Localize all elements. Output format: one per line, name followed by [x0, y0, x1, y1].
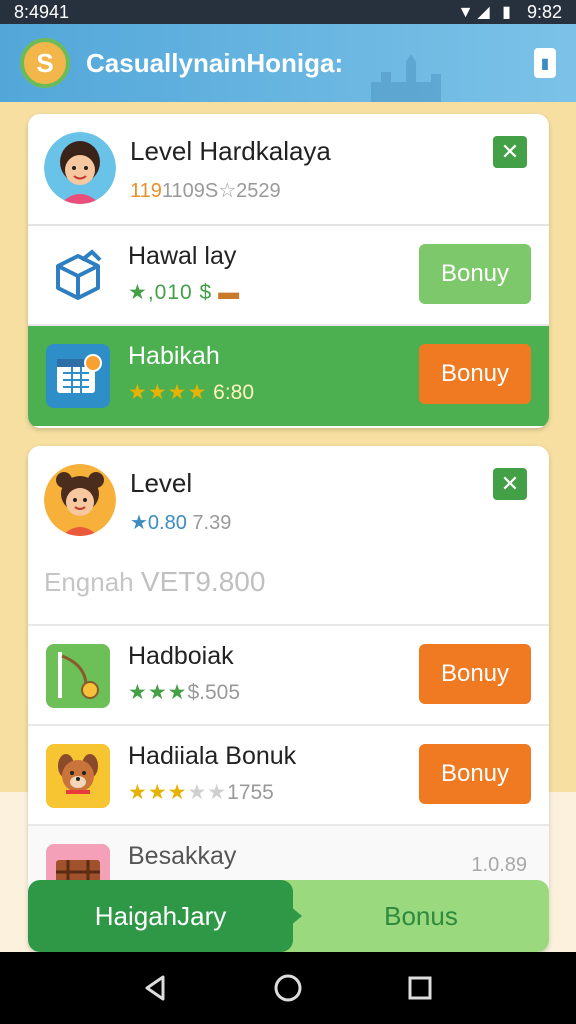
english-label: Engnah	[44, 567, 134, 597]
avatar	[44, 132, 116, 204]
card-title: Level	[130, 468, 193, 498]
item-title: Habikah	[128, 342, 220, 370]
english-value: VET9.800	[140, 566, 266, 597]
rating-stars: ★★★	[128, 781, 188, 804]
status-icons: ▼◢ ▮	[457, 4, 515, 21]
card-title: Level Hardkalaya	[130, 136, 331, 166]
back-icon[interactable]	[136, 968, 176, 1008]
bonus-button[interactable]: Bonuy	[419, 744, 531, 804]
list-item[interactable]: Hadiiala Bonuk ★★★★★1755 Bonuy	[28, 726, 549, 826]
item-subtitle: ★★★★ 6:80	[128, 380, 254, 405]
avatar	[44, 464, 116, 536]
item-value: ★,010 $	[128, 281, 213, 304]
menu-icon[interactable]: ▮	[534, 48, 556, 78]
bonus-tab[interactable]: Bonus	[293, 880, 549, 952]
close-button[interactable]: ✕	[493, 136, 527, 168]
item-title: Hadiiala Bonuk	[128, 742, 297, 770]
level-card-1: Level Hardkalaya 1191109S☆2529 ✕ Hawal l…	[28, 114, 549, 428]
package-icon	[46, 244, 110, 308]
home-icon[interactable]	[268, 968, 308, 1008]
close-icon: ✕	[500, 471, 520, 496]
dog-icon	[46, 744, 110, 808]
recents-icon[interactable]	[400, 968, 440, 1008]
item-subtitle: ★★★$.505	[128, 680, 240, 705]
barrel-icon: ▬	[218, 281, 240, 304]
english-level-line: Engnah VET9.800	[28, 558, 549, 626]
card-subtitle-highlight: 119	[130, 180, 162, 202]
calendar-icon	[46, 344, 110, 408]
item-title: Hawal lay	[128, 242, 237, 270]
list-item[interactable]: Hadboiak ★★★$.505 Bonuy	[28, 626, 549, 726]
list-item[interactable]: Hawal lay ★,010 $ ▬ Bonuy	[28, 226, 549, 326]
card-subtitle-rest: 1109S☆2529	[161, 180, 281, 202]
arrow-icon	[290, 906, 302, 926]
navigation-bar	[0, 952, 576, 1024]
item-value: 6:80	[213, 381, 255, 404]
bonus-button[interactable]: Bonuy	[419, 644, 531, 704]
list-item[interactable]: Habikah ★★★★ 6:80 Bonuy	[28, 326, 549, 426]
item-title: Hadboiak	[128, 642, 234, 670]
card-subtitle-highlight: ★0.80	[130, 512, 187, 534]
app-logo[interactable]: S	[20, 38, 70, 88]
bottom-action-bar: Bonus HaigahJary	[28, 880, 549, 952]
item-title: Besakkay	[128, 842, 237, 870]
item-value: $.505	[187, 681, 241, 704]
bonus-button[interactable]: Bonuy	[419, 244, 531, 304]
status-bar: 8:4941 ▼◢ ▮ 9:82	[0, 0, 576, 24]
app-bar: S CasuallynainHoniga: ▮	[0, 24, 576, 102]
close-icon: ✕	[500, 139, 520, 164]
rating-stars-dim: ★★	[187, 781, 228, 804]
close-button[interactable]: ✕	[493, 468, 527, 500]
item-subtitle: ★,010 $ ▬	[128, 280, 239, 305]
card-subtitle-rest: 7.39	[192, 512, 232, 534]
card-subtitle: ★0.80 7.39	[130, 510, 231, 535]
item-value: 1.0.89	[471, 854, 527, 876]
item-value: 1755	[227, 781, 274, 804]
bonus-button[interactable]: Bonuy	[419, 344, 531, 404]
skyline-decoration	[371, 54, 441, 102]
rating-stars: ★★★★	[128, 381, 208, 404]
primary-tab[interactable]: HaigahJary	[28, 880, 293, 952]
status-time-right: 9:82	[526, 1, 562, 22]
jump-rope-icon	[46, 644, 110, 708]
card-subtitle: 1191109S☆2529	[130, 178, 281, 203]
rating-stars: ★★★	[128, 681, 188, 704]
level-card-2: Level ★0.80 7.39 ✕ Engnah VET9.800 Hadbo…	[28, 446, 549, 952]
app-title: CasuallynainHoniga:	[86, 47, 344, 78]
card-header: Level Hardkalaya 1191109S☆2529 ✕	[28, 114, 549, 226]
card-header: Level ★0.80 7.39 ✕	[28, 446, 549, 558]
item-subtitle: ★★★★★1755	[128, 780, 274, 805]
status-time-left: 8:4941	[14, 1, 70, 22]
